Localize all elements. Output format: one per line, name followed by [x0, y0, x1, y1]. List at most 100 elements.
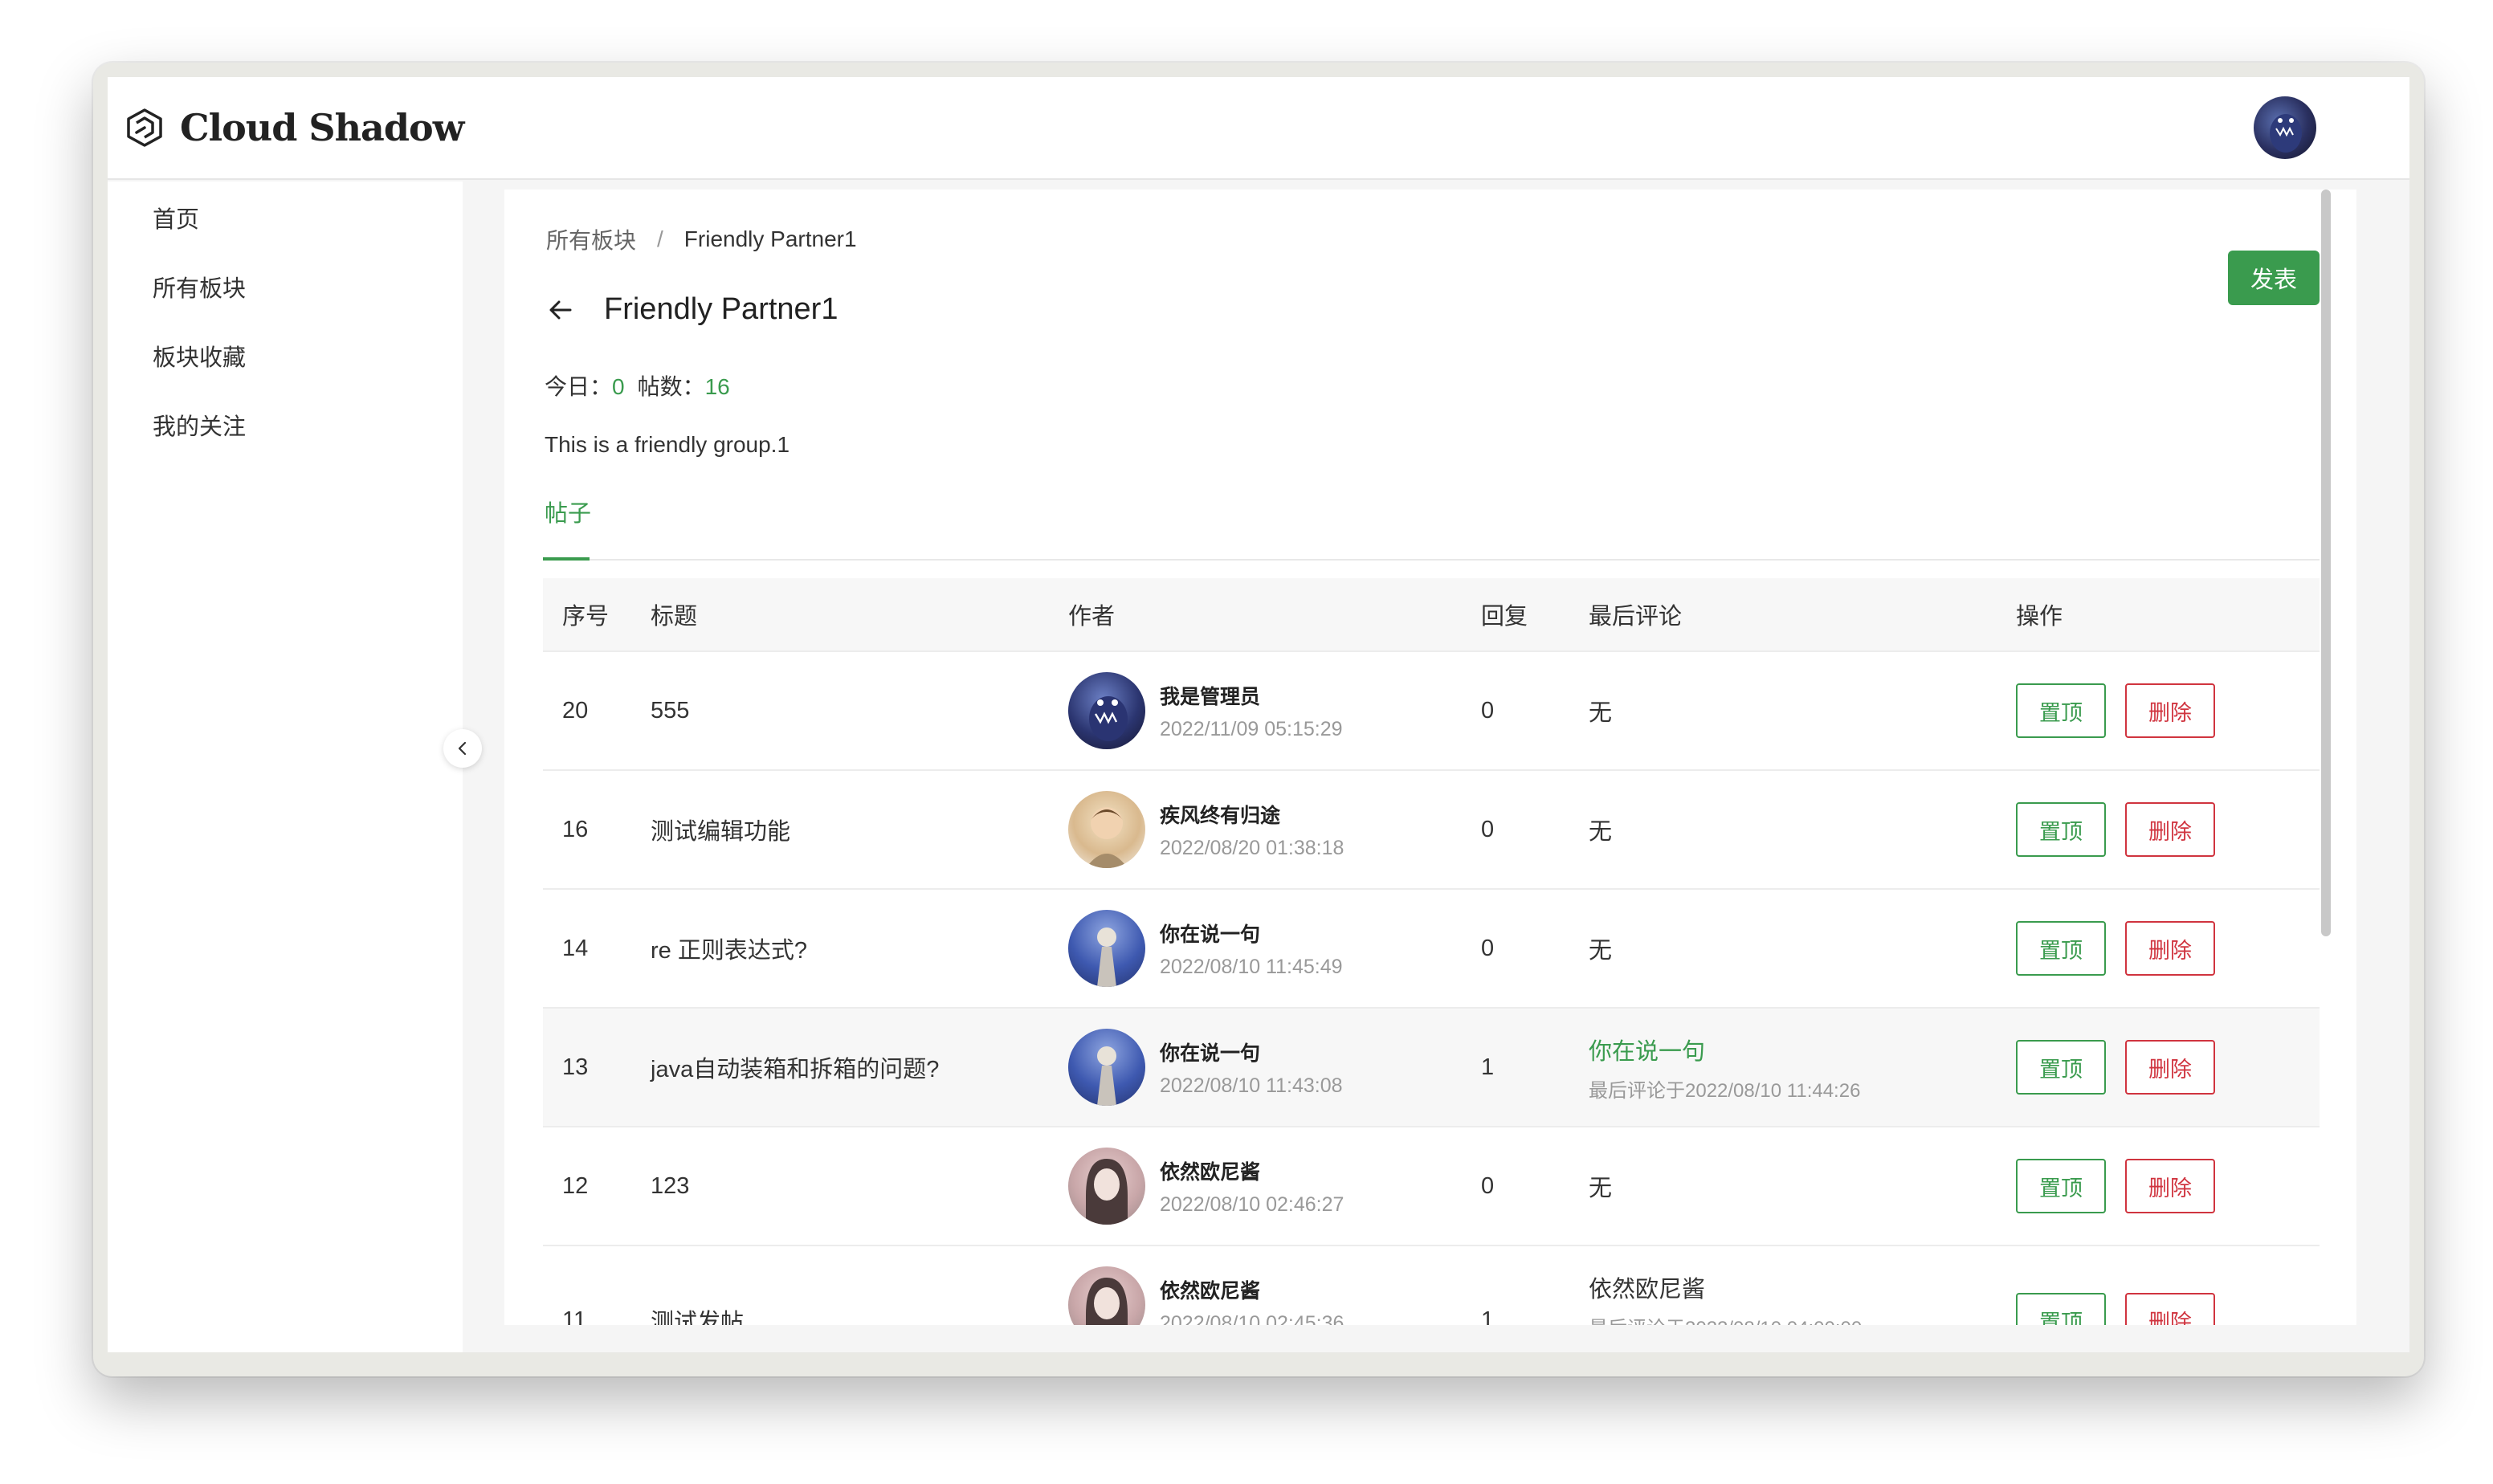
table-row[interactable]: 16 测试编辑功能 疾风终有归途 2022/08/20 01:38:18 0 无	[543, 771, 2320, 890]
tab-active-indicator	[543, 557, 590, 561]
page-title: Friendly Partner1	[604, 292, 838, 326]
row-index: 13	[562, 1054, 589, 1080]
breadcrumb-separator: /	[657, 226, 663, 251]
last-commenter[interactable]: 你在说一句	[1589, 1033, 2016, 1066]
table-row[interactable]: 11 测试发帖 依然欧尼酱 2022/08/10 02:45:36 1 依然欧尼	[543, 1246, 2320, 1325]
author-avatar[interactable]	[1068, 672, 1145, 749]
row-actions: 置顶 删除	[2016, 1159, 2320, 1213]
delete-button[interactable]: 删除	[2125, 1293, 2215, 1325]
row-actions: 置顶 删除	[2016, 1040, 2320, 1095]
publish-button[interactable]: 发表	[2228, 251, 2320, 305]
posts-label: 帖数：	[637, 374, 705, 399]
row-title[interactable]: 123	[651, 1173, 1068, 1200]
row-title[interactable]: 555	[651, 698, 1068, 724]
sidebar-item-following[interactable]: 我的关注	[153, 408, 246, 442]
author-avatar[interactable]	[1068, 1029, 1145, 1106]
author-name[interactable]: 你在说一句	[1160, 1038, 1343, 1066]
logo[interactable]: Cloud Shadow	[124, 106, 464, 149]
author-avatar[interactable]	[1068, 1148, 1145, 1225]
row-title[interactable]: java自动装箱和拆箱的问题?	[651, 1050, 1068, 1084]
author-info: 我是管理员 2022/11/09 05:15:29	[1160, 681, 1343, 741]
row-replies: 0	[1481, 935, 1495, 961]
row-title[interactable]: 测试编辑功能	[651, 813, 1068, 846]
last-comment-value: 无	[1589, 819, 1613, 845]
main-content: 所有板块 / Friendly Partner1 发表 Friendly Par…	[504, 190, 2356, 1325]
row-title[interactable]: 测试发帖	[651, 1303, 1068, 1325]
tab-posts[interactable]: 帖子	[545, 495, 591, 528]
row-replies: 0	[1481, 816, 1495, 842]
sidebar-collapse-button[interactable]	[443, 729, 482, 768]
row-author: 我是管理员 2022/11/09 05:15:29	[1068, 672, 1481, 749]
pin-button[interactable]: 置顶	[2016, 1040, 2106, 1095]
table-row[interactable]: 13 java自动装箱和拆箱的问题? 你在说一句 2022/08/10 11:4…	[543, 1009, 2320, 1127]
title-row: Friendly Partner1	[546, 292, 838, 327]
sidebar-item-favorites[interactable]: 板块收藏	[153, 339, 246, 373]
row-replies: 1	[1481, 1054, 1495, 1080]
table-row[interactable]: 14 re 正则表达式? 你在说一句 2022/08/10 11:45:49 0	[543, 890, 2320, 1009]
last-comment-time: 最后评论于2022/08/10 11:44:26	[1589, 1079, 1861, 1102]
author-name[interactable]: 依然欧尼酱	[1160, 1156, 1344, 1185]
last-commenter[interactable]: 依然欧尼酱	[1589, 1270, 2016, 1304]
scrollbar[interactable]	[2321, 190, 2331, 936]
author-name[interactable]: 依然欧尼酱	[1160, 1275, 1344, 1304]
header-title: 标题	[651, 604, 698, 630]
row-last-comment: 无	[1589, 694, 2016, 728]
delete-button[interactable]: 删除	[2125, 921, 2215, 976]
author-info: 你在说一句 2022/08/10 11:43:08	[1160, 1038, 1343, 1098]
avatar-image	[1097, 1046, 1116, 1106]
pin-button[interactable]: 置顶	[2016, 683, 2106, 738]
sidebar-item-all-boards[interactable]: 所有板块	[153, 270, 246, 304]
avatar-image	[1097, 928, 1116, 987]
row-author: 你在说一句 2022/08/10 11:45:49	[1068, 910, 1481, 987]
row-actions: 置顶 删除	[2016, 802, 2320, 857]
pin-button[interactable]: 置顶	[2016, 802, 2106, 857]
row-title[interactable]: re 正则表达式?	[651, 932, 1068, 965]
author-name[interactable]: 疾风终有归途	[1160, 800, 1344, 829]
delete-button[interactable]: 删除	[2125, 802, 2215, 857]
board-stats: 今日：0 帖数：16	[545, 369, 743, 402]
post-time: 2022/08/10 11:43:08	[1160, 1074, 1343, 1097]
pin-button[interactable]: 置顶	[2016, 1293, 2106, 1325]
today-count: 0	[612, 374, 625, 399]
delete-button[interactable]: 删除	[2125, 683, 2215, 738]
author-avatar[interactable]	[1068, 791, 1145, 868]
pin-button[interactable]: 置顶	[2016, 1159, 2106, 1213]
post-time: 2022/08/10 02:46:27	[1160, 1192, 1344, 1216]
row-actions: 置顶 删除	[2016, 921, 2320, 976]
header-index: 序号	[562, 604, 610, 630]
app-window: Cloud Shadow 首页 所有板块 板块收藏 我的关注 所有板块 / Fr…	[93, 63, 2424, 1376]
last-comment-value: 无	[1589, 1176, 1613, 1201]
header-replies: 回复	[1481, 604, 1528, 630]
app-root: Cloud Shadow 首页 所有板块 板块收藏 我的关注 所有板块 / Fr…	[108, 77, 2409, 1352]
row-last-comment: 无	[1589, 813, 2016, 846]
post-time: 2022/11/09 05:15:29	[1160, 717, 1343, 740]
delete-button[interactable]: 删除	[2125, 1040, 2215, 1095]
row-actions: 置顶 删除	[2016, 683, 2320, 738]
user-avatar[interactable]	[2254, 96, 2316, 159]
row-last-comment: 无	[1589, 1169, 2016, 1203]
header-last-comment: 最后评论	[1589, 604, 1683, 630]
author-name[interactable]: 你在说一句	[1160, 919, 1343, 948]
author-avatar[interactable]	[1068, 910, 1145, 987]
author-name[interactable]: 我是管理员	[1160, 681, 1343, 710]
post-time: 2022/08/10 11:45:49	[1160, 955, 1343, 978]
table-row[interactable]: 12 123 依然欧尼酱 2022/08/10 02:46:27 0 无 置顶 …	[543, 1127, 2320, 1246]
breadcrumb: 所有板块 / Friendly Partner1	[546, 223, 857, 255]
table-row[interactable]: 20 555 我是管理员 2022/11/09 05:15:29 0 无 置顶 …	[543, 652, 2320, 771]
sidebar-item-home[interactable]: 首页	[153, 201, 199, 234]
last-comment-value: 无	[1589, 938, 1613, 964]
sidebar: 首页 所有板块 板块收藏 我的关注	[108, 181, 463, 1352]
author-info: 依然欧尼酱 2022/08/10 02:45:36	[1160, 1275, 1344, 1326]
delete-button[interactable]: 删除	[2125, 1159, 2215, 1213]
row-replies: 0	[1481, 1172, 1495, 1199]
author-avatar[interactable]	[1068, 1266, 1145, 1325]
pin-button[interactable]: 置顶	[2016, 921, 2106, 976]
row-author: 依然欧尼酱 2022/08/10 02:46:27	[1068, 1148, 1481, 1225]
breadcrumb-parent[interactable]: 所有板块	[546, 223, 636, 255]
post-time: 2022/08/10 02:45:36	[1160, 1311, 1344, 1326]
top-header: Cloud Shadow	[108, 77, 2409, 180]
row-index: 14	[562, 935, 589, 961]
arrow-left-icon[interactable]	[546, 296, 575, 324]
avatar-image	[2270, 114, 2302, 153]
row-last-comment: 依然欧尼酱 最后评论于2022/08/10 04:00:00	[1589, 1270, 2016, 1326]
